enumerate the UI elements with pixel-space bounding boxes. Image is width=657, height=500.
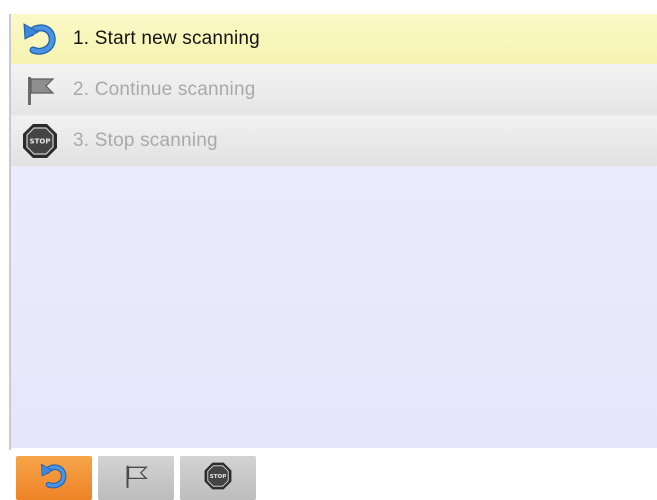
stop-sign-text: STOP — [210, 473, 226, 479]
flag-icon — [21, 71, 59, 109]
menu-item-label: 3. Stop scanning — [73, 130, 218, 151]
stop-sign-text: STOP — [30, 138, 51, 146]
menu-item-label: 1. Start new scanning — [73, 28, 260, 49]
scan-options-menu: 1. Start new scanning 2. Continue scanni… — [11, 14, 657, 448]
restart-arrow-icon — [21, 20, 59, 58]
continue-scan-button[interactable] — [98, 456, 174, 500]
restart-scan-button[interactable] — [16, 456, 92, 500]
menu-item-label: 2. Continue scanning — [73, 79, 256, 100]
stop-sign-icon: STOP — [21, 122, 59, 160]
menu-item-continue-scanning[interactable]: 2. Continue scanning — [11, 65, 657, 115]
menu-item-stop-scanning[interactable]: STOP 3. Stop scanning — [11, 116, 657, 166]
bottom-toolbar: STOP — [0, 450, 657, 500]
scan-menu-screen: 1. Start new scanning 2. Continue scanni… — [0, 0, 657, 500]
flag-icon — [121, 461, 151, 496]
restart-arrow-icon — [39, 461, 69, 496]
stop-scan-button[interactable]: STOP — [180, 456, 256, 500]
menu-item-start-new-scanning[interactable]: 1. Start new scanning — [11, 14, 657, 64]
stop-sign-icon: STOP — [203, 461, 233, 496]
